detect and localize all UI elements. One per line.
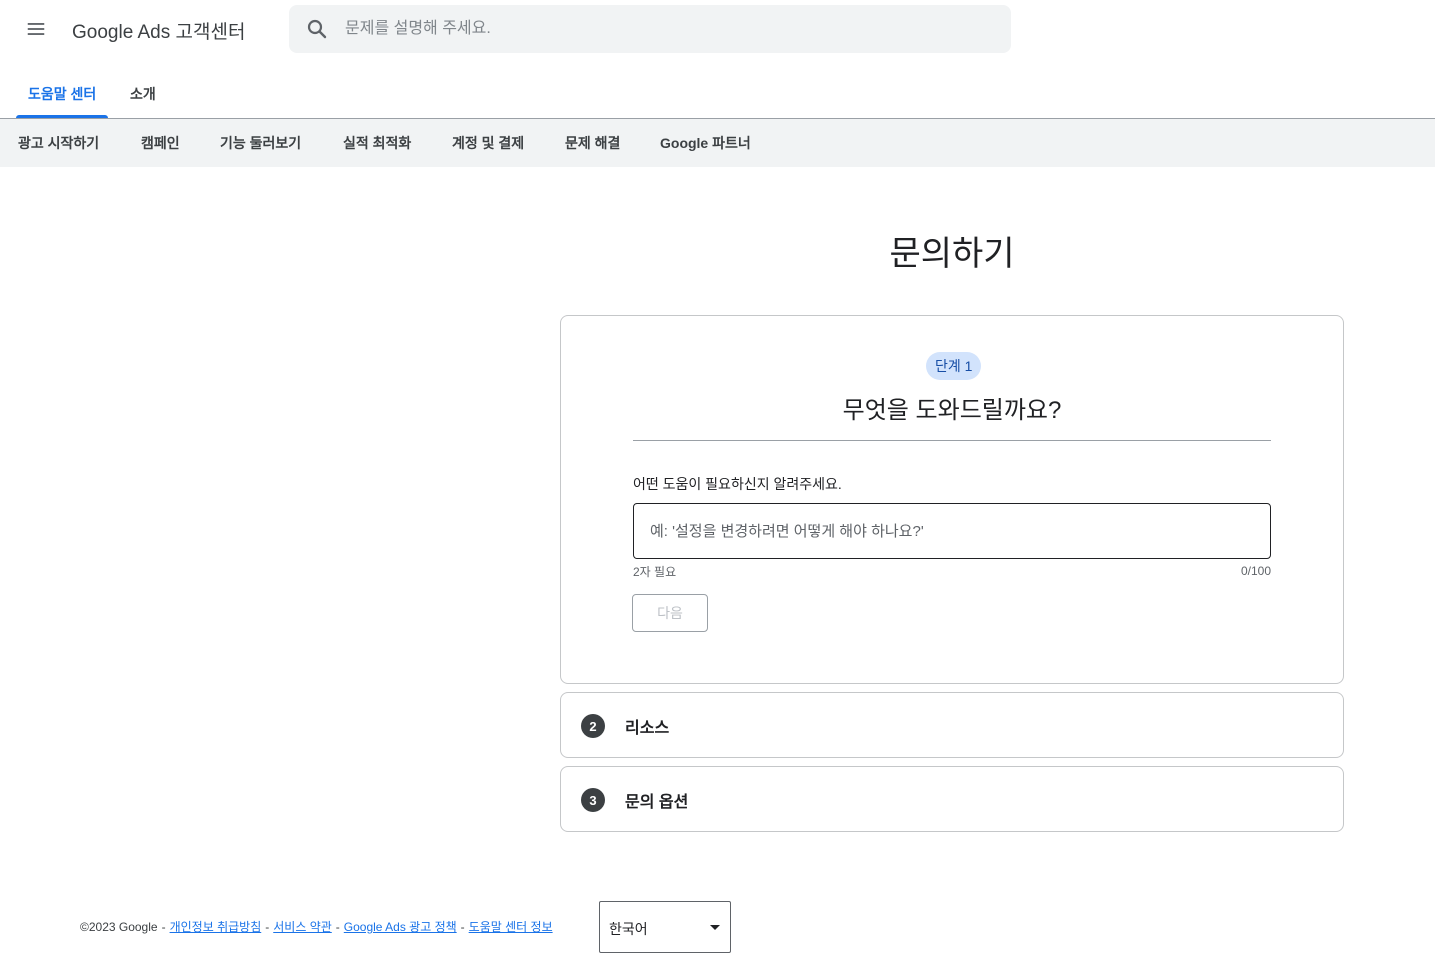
category-features[interactable]: 기능 둘러보기	[220, 119, 301, 167]
category-troubleshooting[interactable]: 문제 해결	[565, 119, 620, 167]
tab-help-center-label: 도움말 센터	[28, 86, 97, 102]
category-performance[interactable]: 실적 최적화	[343, 119, 411, 167]
step-chip: 단계 1	[926, 352, 982, 380]
tab-about[interactable]: 소개	[118, 70, 168, 118]
product-title[interactable]: Google Ads 고객센터	[72, 17, 245, 44]
tab-about-label: 소개	[130, 86, 156, 102]
category-getting-started[interactable]: 광고 시작하기	[18, 119, 99, 167]
search-icon[interactable]	[305, 17, 329, 41]
footer: ©2023 Google - 개인정보 취급방침 - 서비스 약관 - Goog…	[80, 918, 553, 935]
help-center-info-link[interactable]: 도움말 센터 정보	[469, 918, 553, 935]
category-account-billing[interactable]: 계정 및 결제	[452, 119, 524, 167]
character-counter: 0/100	[1240, 564, 1271, 578]
top-tabs: 도움말 센터 소개	[0, 70, 1435, 118]
privacy-policy-link[interactable]: 개인정보 취급방침	[170, 918, 262, 935]
hamburger-menu-icon	[27, 23, 45, 35]
step3-number-badge: 3	[581, 788, 605, 812]
helper-text: 2자 필요	[633, 565, 677, 579]
search-box	[289, 5, 1011, 53]
step-question: 무엇을 도와드릴까요?	[842, 397, 1062, 424]
tab-help-center[interactable]: 도움말 센터	[16, 70, 109, 118]
category-campaigns[interactable]: 캠페인	[141, 119, 180, 167]
next-button[interactable]: 다음	[632, 594, 708, 632]
step1-card: 단계 1 무엇을 도와드릴까요? 어떤 도움이 필요하신지 알려주세요. 2자 …	[560, 315, 1344, 684]
category-bar: 광고 시작하기 캠페인 기능 둘러보기 실적 최적화 계정 및 결제 문제 해결…	[0, 119, 1435, 167]
step2-title: 리소스	[625, 720, 670, 737]
ads-policy-link[interactable]: Google Ads 광고 정책	[344, 918, 457, 935]
step2-number-badge: 2	[581, 714, 605, 738]
dropdown-arrow-icon	[710, 925, 720, 930]
footer-separator: -	[460, 919, 465, 934]
page-title: 문의하기	[889, 235, 1015, 273]
step3-title: 문의 옵션	[625, 794, 689, 811]
language-select[interactable]: 한국어	[599, 901, 731, 953]
category-google-partners[interactable]: Google 파트너	[660, 119, 751, 167]
description-input[interactable]	[633, 503, 1271, 559]
description-label: 어떤 도움이 필요하신지 알려주세요.	[633, 476, 842, 492]
copyright: ©2023 Google	[80, 919, 158, 934]
app-header: Google Ads 고객센터	[0, 0, 1435, 58]
step3-card[interactable]: 3 문의 옵션	[560, 766, 1344, 832]
step2-card[interactable]: 2 리소스	[560, 692, 1344, 758]
step-divider	[633, 440, 1271, 441]
search-input[interactable]	[345, 5, 985, 53]
main-menu-button[interactable]	[16, 10, 56, 48]
language-value: 한국어	[609, 921, 648, 937]
footer-separator: -	[161, 919, 166, 934]
footer-separator: -	[265, 919, 270, 934]
terms-of-service-link[interactable]: 서비스 약관	[273, 918, 332, 935]
footer-separator: -	[335, 919, 340, 934]
